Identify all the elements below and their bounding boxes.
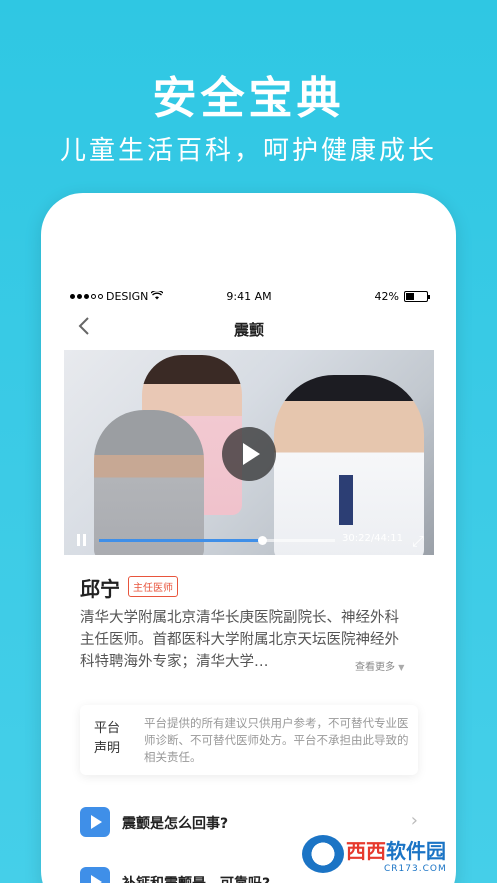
video-time: 30:22/44:11 [342, 533, 404, 544]
see-more-link[interactable]: 查看更多 ▼ [355, 658, 404, 673]
pause-icon[interactable] [76, 534, 87, 546]
watermark-domain: CR173.COM [384, 863, 447, 874]
video-doctor-tie [339, 475, 353, 525]
see-more-label: 查看更多 [355, 662, 395, 673]
progress-knob[interactable] [257, 536, 267, 545]
hero-title: 安全宝典 [152, 73, 345, 124]
video-play-icon [80, 867, 110, 883]
disclaimer-text: 平台提供的所有建议只供用户参考，不可替代专业医师诊断、不可替代医师处方。平台不承… [144, 716, 409, 764]
watermark-brand: 西西 [346, 838, 386, 863]
progress-fill [99, 539, 262, 542]
video-player[interactable]: 30:22/44:11 ⤢ [64, 350, 434, 555]
watermark-c-icon [302, 835, 344, 873]
status-bar: DESIGN 9:41 AM 42% [64, 285, 434, 309]
watermark-suffix: 软件园 [386, 838, 446, 863]
chevron-down-icon: ▼ [398, 663, 405, 672]
doctor-name: 邱宁 [80, 577, 120, 601]
doctor-title-badge: 主任医师 [128, 576, 178, 597]
battery-icon [404, 291, 430, 302]
fullscreen-icon[interactable]: ⤢ [412, 532, 424, 550]
question-label: 补钙和震颤是…可靠吗? [122, 873, 270, 883]
disclaimer-card: 平台声明 平台提供的所有建议只供用户参考，不可替代专业医师诊断、不可替代医师处方… [80, 705, 418, 775]
video-controls: 30:22/44:11 ⤢ [64, 525, 434, 555]
chevron-right-icon: › [410, 810, 418, 831]
nav-bar: 震颤 [64, 309, 434, 349]
page-title: 震颤 [233, 321, 264, 339]
question-label: 震颤是怎么回事? [122, 816, 229, 832]
progress-bar[interactable] [99, 536, 335, 545]
play-button[interactable] [222, 427, 276, 481]
battery-info: 42% [374, 290, 430, 303]
watermark-logo: 西西软件园 CR173.COM [302, 833, 490, 875]
hero-subtitle: 儿童生活百科，呵护健康成长 [59, 136, 437, 166]
phone-screen: DESIGN 9:41 AM 42% 震颤 30:22/44:11 ⤢ 邱宁 主… [64, 285, 434, 883]
battery-percent: 42% [374, 290, 399, 303]
video-play-icon [80, 807, 110, 837]
disclaimer-label: 平台声明 [94, 721, 121, 756]
